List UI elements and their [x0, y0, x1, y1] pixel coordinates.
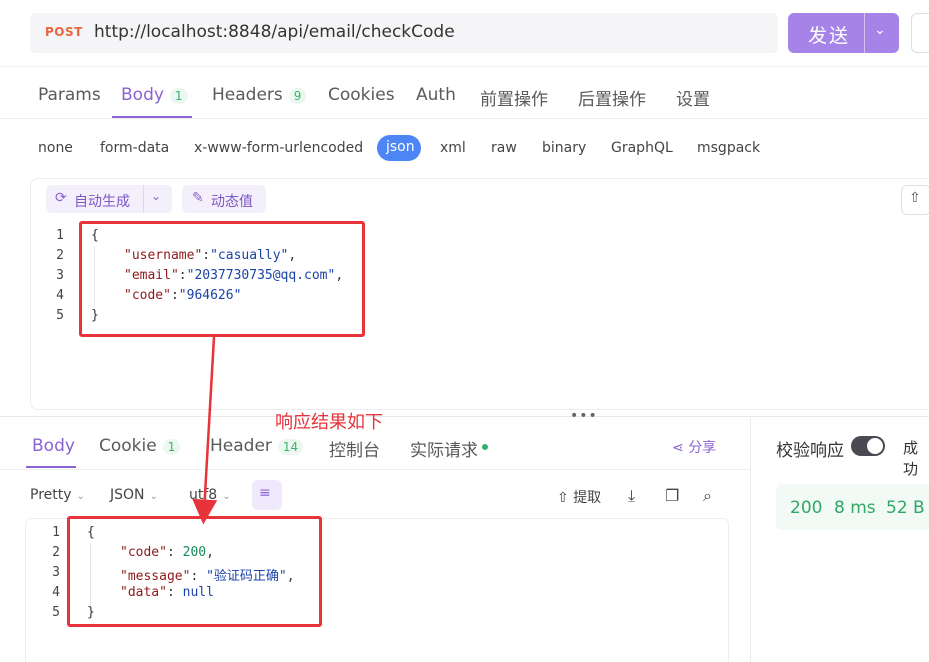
annotation-arrow [192, 336, 218, 525]
annotation-label: 响应结果如下 [275, 412, 383, 433]
